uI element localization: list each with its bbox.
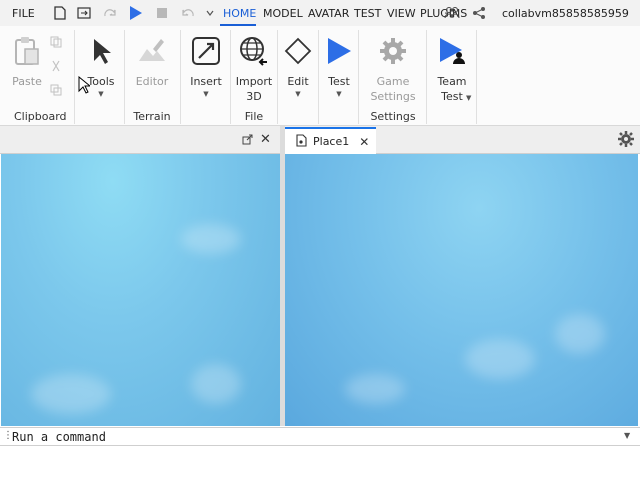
mouse-cursor-icon	[78, 75, 92, 97]
select-tool-icon	[86, 36, 116, 66]
group-separator	[358, 30, 359, 124]
insert-icon	[191, 36, 221, 66]
tab-home[interactable]: HOME	[223, 7, 256, 20]
paste-label: Paste	[12, 75, 42, 88]
file-group-label: File	[244, 110, 264, 123]
terrain-icon	[137, 36, 167, 66]
cloud-shape	[345, 374, 405, 404]
group-separator	[426, 30, 427, 124]
popout-icon[interactable]	[242, 134, 253, 148]
ribbon: Paste Clipboard Tools ▼ Editor Terrain I…	[0, 26, 640, 126]
file-menu[interactable]: FILE	[12, 7, 35, 20]
clipboard-small-actions	[50, 36, 66, 108]
stop-icon[interactable]	[154, 5, 170, 21]
tab-view[interactable]: VIEW	[387, 7, 416, 20]
cloud-shape	[181, 224, 241, 254]
import-3d-label: Import 3D	[235, 75, 273, 103]
place1-viewport[interactable]	[285, 154, 638, 426]
terrain-group-label: Terrain	[133, 110, 171, 123]
team-play-icon	[437, 36, 467, 66]
group-separator	[180, 30, 181, 124]
gear-icon[interactable]	[618, 131, 634, 150]
group-separator	[230, 30, 231, 124]
play-icon[interactable]	[128, 5, 144, 21]
chevron-down-icon: ▼	[295, 90, 301, 98]
test-button[interactable]: Test ▼	[322, 36, 356, 99]
cut-icon[interactable]	[50, 60, 66, 84]
clipboard-group-label: Clipboard	[14, 110, 67, 123]
collaborators-icon[interactable]	[444, 5, 460, 21]
editor-label: Editor	[135, 75, 169, 88]
chevron-down-icon[interactable]	[202, 5, 218, 21]
share-icon[interactable]	[471, 5, 487, 21]
new-file-icon[interactable]	[52, 5, 68, 21]
top-bar: FILE HOME MODEL AVATAR TEST VIEW PLUGINS…	[0, 0, 640, 26]
cloud-shape	[191, 364, 241, 404]
game-settings-button[interactable]: Game Settings	[366, 36, 420, 104]
document-tabs-bar: Place1 ✕	[282, 126, 640, 154]
tab-model[interactable]: MODEL	[263, 7, 303, 20]
gear-icon	[378, 36, 408, 66]
import-3d-button[interactable]: Import 3D	[234, 36, 274, 104]
chevron-down-icon[interactable]: ▼	[466, 94, 471, 102]
clipboard-icon	[12, 36, 42, 66]
group-separator	[124, 30, 125, 124]
settings-group-label: Settings	[370, 110, 416, 123]
group-separator	[318, 30, 319, 124]
chevron-down-icon: ▼	[336, 90, 342, 98]
command-bar: ⋮ ▼	[0, 427, 640, 446]
cloud-shape	[465, 339, 535, 379]
tab-test[interactable]: TEST	[354, 7, 381, 20]
play-icon	[324, 36, 354, 66]
tab-avatar[interactable]: AVATAR	[308, 7, 349, 20]
tab-label: Place1	[313, 135, 350, 148]
chevron-down-icon[interactable]: ▼	[624, 431, 630, 440]
duplicate-icon[interactable]	[50, 84, 66, 108]
close-icon[interactable]: ✕	[359, 135, 369, 149]
close-icon[interactable]: ✕	[260, 132, 271, 147]
group-separator	[74, 30, 75, 124]
paste-button[interactable]: Paste	[8, 36, 46, 89]
group-separator	[476, 30, 477, 124]
insert-button[interactable]: Insert ▼	[186, 36, 226, 99]
copy-icon[interactable]	[50, 36, 66, 60]
open-file-icon[interactable]	[76, 5, 92, 21]
terrain-editor-button[interactable]: Editor	[132, 36, 172, 89]
place-file-icon	[296, 133, 307, 150]
undo-icon[interactable]	[180, 5, 196, 21]
redo-icon[interactable]	[102, 5, 118, 21]
username-label[interactable]: collabvm85858585959	[502, 7, 629, 20]
chevron-down-icon: ▼	[203, 90, 209, 98]
edit-diamond-icon	[283, 36, 313, 66]
game-settings-label: Game Settings	[370, 75, 416, 103]
command-input[interactable]	[12, 429, 622, 445]
left-panel-header: ✕	[0, 126, 280, 154]
cloud-shape	[31, 374, 111, 414]
group-separator	[277, 30, 278, 124]
import-globe-icon	[239, 36, 269, 66]
cloud-shape	[555, 314, 605, 354]
edit-label: Edit	[287, 75, 309, 88]
left-viewport[interactable]	[1, 154, 280, 426]
edit-button[interactable]: Edit ▼	[282, 36, 314, 99]
test-label: Test	[328, 75, 350, 88]
insert-label: Insert	[190, 75, 222, 88]
tab-place1[interactable]: Place1 ✕	[284, 127, 376, 154]
